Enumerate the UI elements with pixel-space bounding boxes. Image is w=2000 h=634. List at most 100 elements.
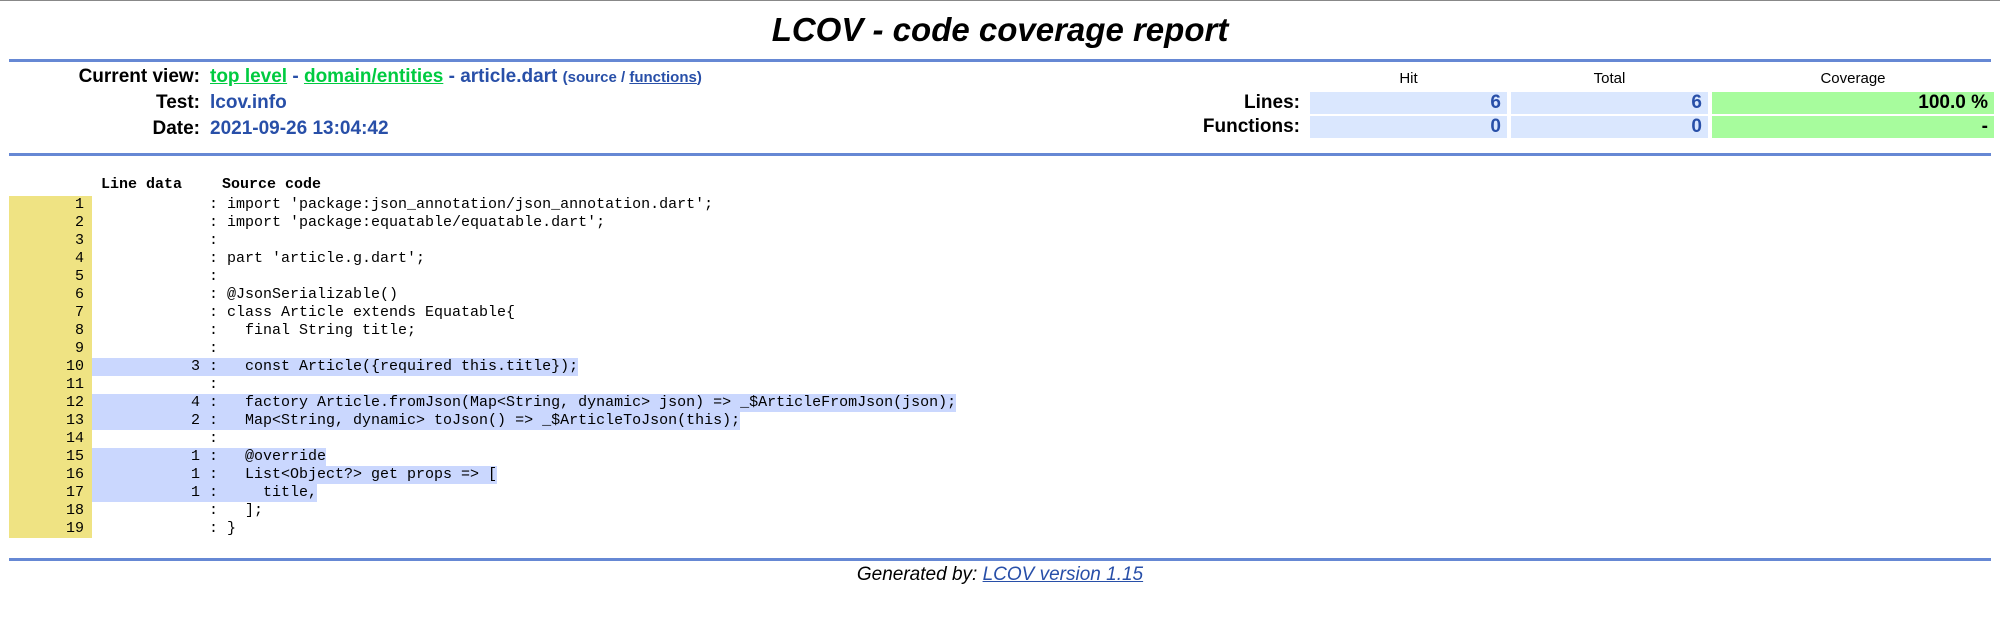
lines-hit: 6 (1310, 92, 1507, 114)
source-text: : (200, 340, 228, 357)
source-listing: Line data Source code 1 : import 'packag… (9, 176, 957, 538)
code-line: 16 1 : List<Object?> get props => [ (9, 466, 956, 484)
test-label: Test: (156, 92, 200, 113)
page-title: LCOV - code coverage report (771, 11, 1229, 48)
line-number: 7 (9, 304, 92, 322)
line-number: 14 (9, 430, 92, 448)
line-number: 2 (9, 214, 92, 232)
line-number: 17 (9, 484, 92, 502)
source-code-header: Source code (222, 176, 322, 193)
generated-by-label: Generated by: (856, 564, 983, 585)
source-code: factory Article.fromJson(Map<String, dyn… (227, 394, 957, 411)
code-line: 1 : import 'package:json_annotation/json… (9, 196, 956, 214)
line-number: 10 (9, 358, 92, 376)
line-number: 11 (9, 376, 92, 394)
source-code: class Article extends Equatable{ (227, 304, 516, 321)
breadcrumb-domain-entities[interactable]: domain/entities (304, 66, 443, 87)
line-data-header: Line data (101, 176, 183, 193)
source-text: : (200, 268, 228, 285)
line-number: 8 (9, 322, 92, 340)
line-number-text: 14 (65, 430, 84, 447)
functions-row: Functions: 0 0 - (1194, 116, 1994, 138)
code-line: 8 : final String title; (9, 322, 956, 340)
line-number-text: 18 (65, 502, 84, 519)
source-text: : class Article extends Equatable{ (200, 304, 516, 321)
coverage-summary: Hit Total Coverage Lines: 6 6 100.0 % Fu… (1190, 64, 1998, 140)
line-number: 18 (9, 502, 92, 520)
line-number-text: 3 (74, 232, 84, 249)
date-label: Date: (152, 118, 200, 139)
source-text: : title, (200, 484, 318, 502)
divider (9, 558, 1991, 561)
line-number: 1 (9, 196, 92, 214)
source-code: } (227, 520, 237, 537)
source-text: : const Article({required this.title}); (200, 358, 579, 376)
functions-link[interactable]: functions (629, 69, 697, 86)
line-number: 4 (9, 250, 92, 268)
line-number-text: 15 (65, 448, 84, 465)
source-code: final String title; (227, 322, 417, 339)
line-number-text: 6 (74, 286, 84, 303)
col-coverage-header: Coverage (1820, 69, 1886, 87)
line-number-text: 9 (74, 340, 84, 357)
date-value: 2021-09-26 13:04:42 (210, 118, 389, 139)
code-line: 15 1 : @override (9, 448, 956, 466)
listing-header: Line data Source code (9, 176, 956, 196)
code-line: 14 : (9, 430, 956, 448)
line-number-text: 16 (65, 466, 84, 483)
line-number-text: 13 (65, 412, 84, 429)
line-number: 12 (9, 394, 92, 412)
source-text: : Map<String, dynamic> toJson() => _$Art… (200, 412, 741, 430)
lines-coverage: 100.0 % (1712, 92, 1994, 114)
source-code: @override (227, 448, 327, 465)
code-line: 12 4 : factory Article.fromJson(Map<Strin… (9, 394, 957, 412)
line-number: 19 (9, 520, 92, 538)
source-code: @JsonSerializable() (227, 286, 399, 303)
line-number: 6 (9, 286, 92, 304)
source-code: List<Object?> get props => [ (227, 466, 498, 483)
divider (9, 153, 1991, 156)
lines-total: 6 (1511, 92, 1708, 114)
source-code: import 'package:equatable/equatable.dart… (227, 214, 606, 231)
line-number-text: 19 (65, 520, 84, 537)
source-text: : @JsonSerializable() (200, 286, 399, 303)
lcov-version-link[interactable]: LCOV version 1.15 (983, 564, 1144, 585)
lines-label: Lines: (1244, 92, 1300, 113)
code-lines: 1 : import 'package:json_annotation/json… (9, 196, 957, 538)
top-border (0, 0, 2000, 1)
hit-count: 1 (92, 484, 200, 502)
code-line: 19 : } (9, 520, 956, 538)
source-text: : (200, 430, 228, 447)
lines-row: Lines: 6 6 100.0 % (1194, 92, 1994, 114)
close-paren: ) (696, 69, 702, 86)
col-hit-header: Hit (1399, 69, 1418, 87)
source-text: : @override (200, 448, 327, 466)
line-number: 3 (9, 232, 92, 250)
coverage-table: Hit Total Coverage Lines: 6 6 100.0 % Fu… (1190, 64, 1998, 140)
code-line: 4 : part 'article.g.dart'; (9, 250, 956, 268)
source-text: : ]; (200, 502, 264, 519)
stats-spacer (1194, 66, 1306, 90)
source-text: : (200, 232, 228, 249)
source-label: (source / (562, 69, 630, 86)
line-number-text: 2 (74, 214, 84, 231)
test-value: lcov.info (210, 92, 287, 113)
hit-count: 3 (92, 358, 200, 376)
line-number-text: 17 (65, 484, 84, 501)
source-text: : import 'package:json_annotation/json_a… (200, 196, 714, 213)
line-number: 15 (9, 448, 92, 466)
code-line: 3 : (9, 232, 956, 250)
breadcrumb: top level - domain/entities - article.da… (210, 64, 702, 91)
line-number-text: 1 (74, 196, 84, 213)
source-code: title, (227, 484, 318, 501)
source-text: : final String title; (200, 322, 417, 339)
current-view-label: Current view: (78, 66, 200, 87)
source-code: const Article({required this.title}); (227, 358, 579, 375)
source-text: : import 'package:equatable/equatable.da… (200, 214, 606, 231)
code-line: 10 3 : const Article({required this.title… (9, 358, 956, 376)
breadcrumb-top-level[interactable]: top level (210, 66, 287, 87)
line-number: 13 (9, 412, 92, 430)
functions-hit: 0 (1310, 116, 1507, 138)
source-text: : List<Object?> get props => [ (200, 466, 498, 484)
source-text: : (200, 376, 228, 393)
